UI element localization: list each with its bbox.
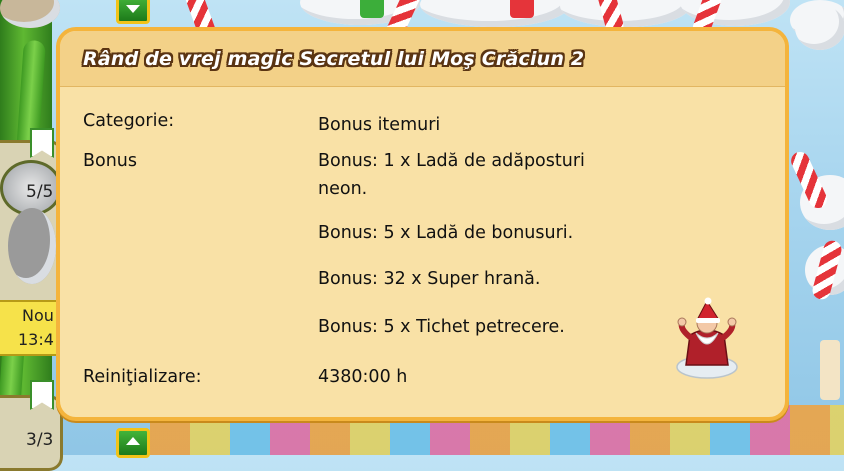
gift-box xyxy=(510,0,534,18)
slot-count: 5/5 xyxy=(26,182,54,202)
santa-bonus-icon xyxy=(676,297,738,379)
time-tag-line: Nou xyxy=(22,306,54,325)
time-tag-line: 13:4 xyxy=(18,330,54,349)
time-tag: Nou 13:4 xyxy=(0,300,62,356)
category-row: Categorie: Bonus itemuri xyxy=(83,111,785,151)
bonus-entry: Bonus: 5 x Ladă de bonusuri. xyxy=(318,223,574,243)
collapse-up-button[interactable] xyxy=(116,428,150,458)
row-value: Bonus itemuri xyxy=(318,115,441,135)
row-value: 4380:00 h xyxy=(318,367,408,387)
item-info-panel: Rând de vrej magic Secretul lui Moş Crăc… xyxy=(56,27,789,421)
panel-header: Rând de vrej magic Secretul lui Moş Crăc… xyxy=(60,31,785,87)
slot-count: 3/3 xyxy=(26,430,54,450)
slot-item-image xyxy=(8,208,56,284)
bonus-entry: Bonus: 32 x Super hrană. xyxy=(318,269,541,289)
bonus-entry: Bonus: 5 x Tichet petrecere. xyxy=(318,317,565,337)
gift-box xyxy=(360,0,384,18)
panel-title: Rând de vrej magic Secretul lui Moş Crăc… xyxy=(83,47,585,70)
cloud xyxy=(560,0,690,27)
row-label: Reiniţializare: xyxy=(83,367,202,387)
cloud xyxy=(795,5,844,50)
expand-down-button[interactable] xyxy=(116,0,150,24)
row-label: Categorie: xyxy=(83,111,175,131)
bonus-entry: Bonus: 1 x Ladă de adăposturi neon. xyxy=(318,151,585,199)
row-label: Bonus xyxy=(83,151,138,171)
gift-box xyxy=(820,340,840,400)
cloud xyxy=(420,0,570,27)
